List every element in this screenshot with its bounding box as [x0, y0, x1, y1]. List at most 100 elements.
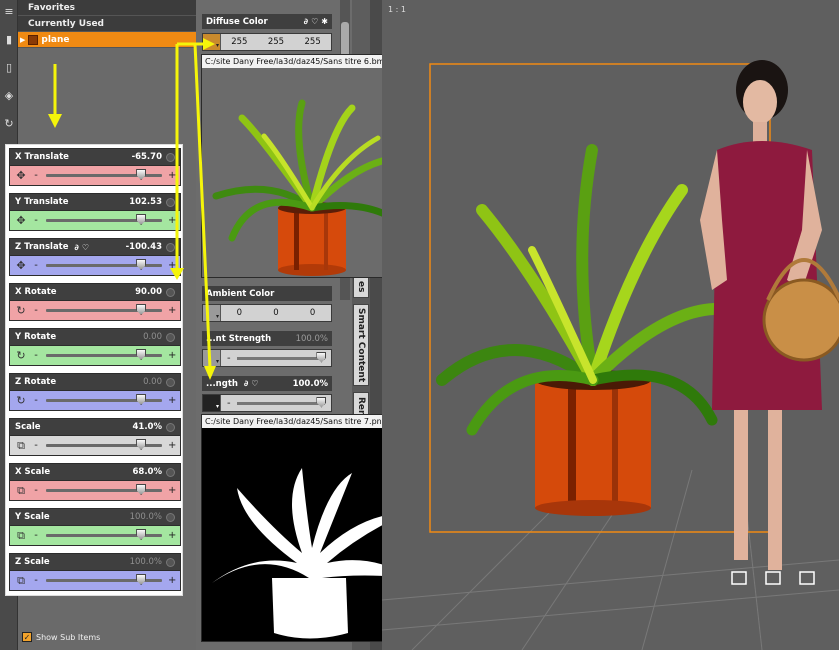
param-slider[interactable]: ⧉ - +: [9, 570, 181, 591]
diffuse-color-row[interactable]: ▾ 255 255 255: [202, 33, 332, 51]
param-value[interactable]: 68.0%: [133, 467, 163, 477]
layers-icon[interactable]: ◈: [3, 90, 15, 102]
slider-thumb[interactable]: [136, 484, 147, 495]
heart-icon[interactable]: ♡: [82, 243, 89, 252]
decrement-icon[interactable]: -: [32, 395, 40, 406]
gear-icon[interactable]: [166, 512, 175, 522]
ambient-color-row[interactable]: ▾ 0 0 0: [202, 304, 332, 322]
decrement-icon[interactable]: -: [32, 305, 40, 316]
increment-icon[interactable]: +: [168, 395, 176, 406]
increment-icon[interactable]: +: [168, 530, 176, 541]
ambient-g[interactable]: 0: [273, 308, 278, 318]
increment-icon[interactable]: +: [168, 260, 176, 271]
param-slider[interactable]: ↻ - +: [9, 300, 181, 321]
decrement-icon[interactable]: -: [227, 353, 231, 364]
decrement-icon[interactable]: -: [32, 485, 40, 496]
increment-icon[interactable]: +: [168, 170, 176, 181]
slider-track[interactable]: [46, 394, 162, 405]
ambient-strength-slider[interactable]: ▾ -: [202, 349, 332, 367]
currently-used-item[interactable]: Currently Used: [18, 16, 196, 32]
gear-icon[interactable]: [166, 557, 175, 567]
slider-track[interactable]: [46, 529, 162, 540]
param-slider[interactable]: ⧉ - +: [9, 480, 181, 501]
slider-thumb[interactable]: [136, 574, 147, 585]
param-slider[interactable]: ⧉ - +: [9, 435, 181, 456]
param-value[interactable]: 0.00: [143, 332, 162, 342]
decrement-icon[interactable]: -: [32, 170, 40, 181]
increment-icon[interactable]: +: [168, 305, 176, 316]
slider-track[interactable]: [46, 214, 162, 225]
param-slider[interactable]: ↻ - +: [9, 390, 181, 411]
slider-thumb[interactable]: [136, 304, 147, 315]
favorites-item[interactable]: Favorites: [18, 0, 196, 16]
slider-track[interactable]: [46, 259, 162, 270]
cutout-map-swatch[interactable]: ▾: [203, 395, 221, 411]
increment-icon[interactable]: +: [168, 440, 176, 451]
diffuse-b[interactable]: 255: [305, 37, 321, 47]
param-value[interactable]: 90.00: [135, 287, 162, 297]
decrement-icon[interactable]: -: [32, 215, 40, 226]
gear-icon[interactable]: [166, 422, 175, 432]
gear-icon[interactable]: [166, 197, 175, 207]
expand-arrow-icon[interactable]: ▶: [20, 32, 25, 48]
decrement-icon[interactable]: -: [32, 530, 40, 541]
slider-thumb[interactable]: [136, 394, 147, 405]
param-value[interactable]: 102.53: [129, 197, 162, 207]
ambient-r[interactable]: 0: [237, 308, 242, 318]
param-value[interactable]: 100.0%: [130, 512, 162, 522]
param-slider[interactable]: ↻ - +: [9, 345, 181, 366]
scene-node-plane[interactable]: ▶ plane: [18, 32, 196, 48]
slider-thumb[interactable]: [316, 396, 327, 408]
tab-smart-content[interactable]: Smart Content: [353, 304, 369, 386]
decrement-icon[interactable]: -: [32, 440, 40, 451]
increment-icon[interactable]: +: [168, 215, 176, 226]
param-value[interactable]: 41.0%: [133, 422, 163, 432]
slider-thumb[interactable]: [136, 214, 147, 225]
show-sub-items[interactable]: ✓ Show Sub Items: [22, 632, 100, 642]
link-icon[interactable]: ∂: [304, 17, 308, 26]
refresh-icon[interactable]: ↻: [3, 118, 15, 130]
param-value[interactable]: -65.70: [132, 152, 162, 162]
cutout-strength-slider[interactable]: ▾ -: [202, 394, 332, 412]
gear-icon[interactable]: [166, 287, 175, 297]
slider-thumb[interactable]: [136, 259, 147, 270]
slider-track[interactable]: [46, 439, 162, 450]
gear-icon[interactable]: ✱: [321, 17, 328, 26]
bookmark-icon[interactable]: ▮: [3, 34, 15, 46]
param-slider[interactable]: ✥ - +: [9, 210, 181, 231]
diffuse-g[interactable]: 255: [268, 37, 284, 47]
param-value[interactable]: 100.0%: [130, 557, 162, 567]
cutout-strength-value[interactable]: 100.0%: [293, 379, 328, 389]
link-icon[interactable]: ∂: [244, 379, 248, 388]
slider-track[interactable]: [46, 574, 162, 585]
slider-track[interactable]: [46, 484, 162, 495]
param-slider[interactable]: ⧉ - +: [9, 525, 181, 546]
link-icon[interactable]: ∂: [75, 243, 79, 252]
increment-icon[interactable]: +: [168, 350, 176, 361]
param-slider[interactable]: ✥ - +: [9, 255, 181, 276]
ambient-b[interactable]: 0: [310, 308, 315, 318]
slider-track[interactable]: [46, 304, 162, 315]
gear-icon[interactable]: [166, 242, 175, 252]
increment-icon[interactable]: +: [168, 485, 176, 496]
slider-track[interactable]: [236, 396, 327, 408]
decrement-icon[interactable]: -: [32, 575, 40, 586]
show-sub-items-checkbox[interactable]: ✓: [22, 632, 32, 642]
increment-icon[interactable]: +: [168, 575, 176, 586]
gear-icon[interactable]: [166, 332, 175, 342]
decrement-icon[interactable]: -: [227, 398, 231, 409]
ambient-strength-map-swatch[interactable]: ▾: [203, 350, 221, 366]
ambient-strength-value[interactable]: 100.0%: [296, 334, 328, 344]
list-icon[interactable]: ≡: [3, 6, 15, 18]
param-value[interactable]: 0.00: [143, 377, 162, 387]
ambient-map-swatch[interactable]: ▾: [203, 305, 221, 321]
slider-thumb[interactable]: [136, 529, 147, 540]
gear-icon[interactable]: [166, 467, 175, 477]
decrement-icon[interactable]: -: [32, 350, 40, 361]
param-value[interactable]: -100.43: [126, 242, 162, 252]
gear-icon[interactable]: [166, 152, 175, 162]
slider-thumb[interactable]: [316, 351, 327, 363]
3d-viewport[interactable]: 1 : 1: [382, 0, 839, 650]
gear-icon[interactable]: [166, 377, 175, 387]
diffuse-map-swatch[interactable]: ▾: [203, 34, 221, 50]
